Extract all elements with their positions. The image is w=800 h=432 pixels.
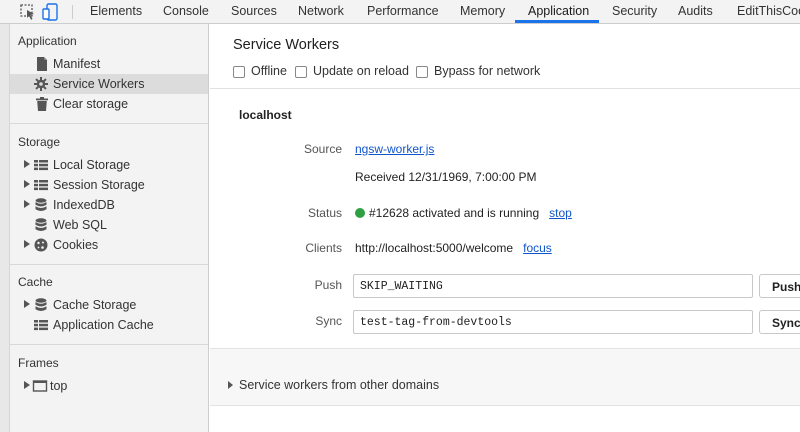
tab-security[interactable]: Security: [612, 0, 657, 23]
sidebar-item-cookies[interactable]: Cookies: [10, 235, 208, 255]
checkbox-label: Offline: [251, 64, 287, 78]
source-link[interactable]: ngsw-worker.js: [355, 142, 434, 156]
sidebar-item-label: Cookies: [53, 238, 99, 252]
tab-memory[interactable]: Memory: [460, 0, 505, 23]
sidebar-item-label: Clear storage: [53, 97, 129, 111]
checkbox-box[interactable]: [233, 66, 245, 78]
checkbox-box[interactable]: [295, 66, 307, 78]
toolbar-separator: [72, 5, 73, 19]
push-input[interactable]: SKIP_WAITING: [353, 274, 753, 298]
status-text: #12628 activated and is running: [369, 206, 540, 220]
sidebar-item-manifest[interactable]: Manifest: [10, 54, 208, 74]
clients-label: Clients: [305, 241, 342, 255]
table-grid-icon: [34, 320, 48, 331]
database-icon: [35, 298, 47, 312]
status-value: #12628 activated and is running stop: [355, 206, 572, 220]
section-divider: [10, 123, 208, 124]
section-divider: [10, 264, 208, 265]
push-label: Push: [314, 278, 342, 292]
sidebar-item-label: Manifest: [53, 57, 101, 71]
tab-network[interactable]: Network: [298, 0, 344, 23]
sidebar-item-label: Application Cache: [53, 318, 154, 332]
other-domains-section: [210, 348, 800, 406]
sidebar-item-top-frame[interactable]: top: [10, 376, 208, 396]
gear-icon: [34, 77, 48, 91]
section-title-cache: Cache: [18, 275, 53, 289]
expand-arrow-icon[interactable]: [23, 159, 31, 169]
application-sidebar: Application Manifest Service Workers Cle…: [10, 24, 209, 432]
push-button[interactable]: Push: [759, 274, 800, 298]
sidebar-item-label: top: [50, 379, 68, 393]
panel-edge: [0, 24, 10, 432]
checkbox-label: Update on reload: [313, 64, 409, 78]
status-label: Status: [307, 206, 342, 220]
inspect-element-icon[interactable]: [19, 3, 37, 21]
checkbox-box[interactable]: [416, 66, 428, 78]
sidebar-item-label: Local Storage: [53, 158, 131, 172]
sidebar-item-label: Cache Storage: [53, 298, 137, 312]
sidebar-item-local-storage[interactable]: Local Storage: [10, 155, 208, 175]
tab-sources[interactable]: Sources: [231, 0, 277, 23]
sync-input[interactable]: test-tag-from-devtools: [353, 310, 753, 334]
expand-arrow-icon[interactable]: [23, 239, 31, 249]
database-icon: [35, 198, 47, 212]
expand-arrow-icon[interactable]: [23, 299, 31, 309]
sidebar-item-session-storage[interactable]: Session Storage: [10, 175, 208, 195]
sidebar-item-application-cache[interactable]: Application Cache: [10, 315, 208, 335]
trash-icon: [36, 97, 48, 111]
tab-elements[interactable]: Elements: [90, 0, 142, 23]
source-label: Source: [303, 142, 342, 156]
sidebar-item-web-sql[interactable]: Web SQL: [10, 215, 208, 235]
document-icon: [37, 57, 47, 71]
other-domains-toggle[interactable]: Service workers from other domains: [228, 378, 439, 392]
tab-console[interactable]: Console: [163, 0, 209, 23]
source-value: ngsw-worker.js: [355, 142, 434, 156]
tab-editthiscookie[interactable]: EditThisCoo: [737, 0, 800, 23]
sidebar-item-label: Web SQL: [53, 218, 107, 232]
page-title: Service Workers: [233, 37, 340, 53]
status-dot-icon: [355, 208, 365, 218]
table-grid-icon: [34, 180, 48, 191]
devtools-tab-bar: Elements Console Sources Network Perform…: [0, 0, 800, 24]
service-workers-panel: Service Workers Offline Update on reload…: [210, 24, 800, 432]
sync-button[interactable]: Sync: [759, 310, 800, 334]
section-title-application: Application: [18, 34, 77, 48]
received-text: Received 12/31/1969, 7:00:00 PM: [355, 170, 537, 184]
clients-value: http://localhost:5000/welcome focus: [355, 241, 552, 255]
frame-icon: [32, 380, 48, 392]
section-title-storage: Storage: [18, 135, 61, 149]
expand-arrow-icon[interactable]: [23, 380, 31, 390]
sidebar-item-clear-storage[interactable]: Clear storage: [10, 94, 208, 114]
active-tab-indicator: [515, 20, 599, 23]
sidebar-item-indexeddb[interactable]: IndexedDB: [10, 195, 208, 215]
sidebar-item-cache-storage[interactable]: Cache Storage: [10, 295, 208, 315]
worker-host: localhost: [239, 108, 292, 122]
stop-link[interactable]: stop: [549, 206, 572, 220]
sidebar-item-label: Session Storage: [53, 178, 145, 192]
section-divider: [10, 344, 208, 345]
header-divider: [210, 88, 800, 89]
database-icon: [35, 218, 47, 232]
sidebar-item-service-workers[interactable]: Service Workers: [10, 74, 208, 94]
tab-performance[interactable]: Performance: [367, 0, 439, 23]
client-url: http://localhost:5000/welcome: [355, 241, 514, 255]
section-title-frames: Frames: [18, 356, 59, 370]
table-grid-icon: [34, 160, 48, 171]
focus-link[interactable]: focus: [523, 241, 552, 255]
cookie-icon: [34, 238, 48, 252]
expand-arrow-icon[interactable]: [23, 199, 31, 209]
checkbox-label: Bypass for network: [434, 64, 541, 78]
tab-audits[interactable]: Audits: [678, 0, 713, 23]
sync-label: Sync: [315, 314, 342, 328]
expand-arrow-icon[interactable]: [23, 179, 31, 189]
sidebar-item-label: IndexedDB: [53, 198, 115, 212]
sidebar-item-label: Service Workers: [53, 77, 145, 91]
expand-arrow-icon[interactable]: [228, 381, 233, 389]
device-toolbar-icon[interactable]: [42, 3, 60, 21]
other-domains-label: Service workers from other domains: [239, 378, 440, 392]
